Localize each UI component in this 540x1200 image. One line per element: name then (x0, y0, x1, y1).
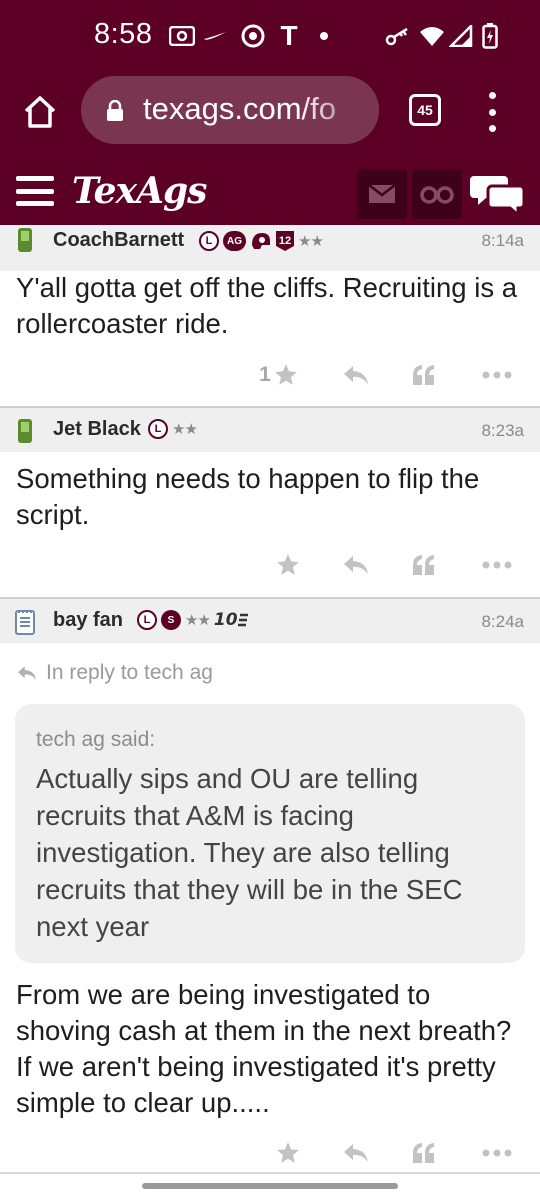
more-dots-icon (482, 561, 512, 569)
badge-l: L (148, 419, 168, 439)
user-stars: ★★ (298, 233, 324, 250)
post-time: 8:23a (481, 421, 524, 440)
site-logo[interactable]: TexAgs (72, 170, 207, 212)
browser-menu-button[interactable] (480, 92, 504, 132)
username[interactable]: CoachBarnett (53, 229, 184, 252)
swoosh-icon (202, 22, 228, 50)
reply-icon (18, 666, 36, 680)
watch-button[interactable] (412, 169, 462, 219)
post-header: CoachBarnett L AG 12 ★★ 8:14a (0, 225, 540, 271)
star-button[interactable]: 1 (252, 355, 306, 395)
chat-button[interactable] (470, 170, 526, 219)
address-bar[interactable]: texags.com/fo (81, 76, 379, 144)
post-divider (0, 1172, 540, 1174)
post-body: Something needs to happen to flip the sc… (16, 463, 480, 530)
reply-button[interactable] (338, 355, 374, 395)
gesture-navigation-bar[interactable] (142, 1183, 398, 1189)
in-reply-to-text: In reply to tech ag (46, 661, 213, 684)
quote-icon (413, 1143, 434, 1163)
status-bar: 8:58 T (0, 0, 540, 72)
user-badges: L S ★★ 10 (137, 610, 248, 630)
t-mobile-icon: T (280, 20, 298, 51)
quoted-post: tech ag said: Actually sips and OU are t… (15, 704, 525, 963)
home-icon (24, 96, 56, 128)
quote-button[interactable] (406, 1133, 442, 1173)
reply-button[interactable] (338, 545, 374, 585)
binoculars-icon (420, 186, 454, 204)
browser-toolbar: texags.com/fo 45 (0, 72, 540, 160)
chat-bubbles-icon (470, 176, 526, 219)
phone-icon (18, 228, 32, 252)
battery-charging-icon (480, 22, 500, 50)
user-stars: ★★ (172, 421, 198, 438)
badge-ag: AG (223, 231, 246, 251)
notepad-icon (15, 610, 35, 635)
cast-icon (168, 22, 196, 50)
in-reply-to-link[interactable]: In reply to tech ag (16, 656, 213, 690)
messages-button[interactable] (357, 169, 407, 219)
star-button[interactable] (270, 1133, 306, 1173)
quote-icon (413, 365, 434, 385)
helmet-icon (252, 233, 270, 249)
tenure-badge: 10 (214, 610, 248, 630)
chrome-icon (240, 22, 266, 50)
username[interactable]: bay fan (53, 609, 123, 632)
dot-icon (318, 22, 330, 50)
more-options-button[interactable] (478, 1133, 516, 1173)
post-header: Jet Black L ★★ 8:23a (0, 406, 540, 452)
home-button[interactable] (18, 90, 62, 134)
user-badges: L ★★ (148, 419, 198, 439)
quote-icon (413, 555, 434, 575)
post-time: 8:14a (481, 231, 524, 250)
tenure-number: 10 (213, 610, 238, 630)
quote-button[interactable] (406, 355, 442, 395)
badge-l: L (137, 610, 157, 630)
tab-switcher-button[interactable]: 45 (409, 94, 441, 126)
more-options-button[interactable] (478, 545, 516, 585)
key-icon (384, 22, 412, 50)
reply-button[interactable] (338, 1133, 374, 1173)
user-stars: ★★ (185, 612, 211, 629)
signal-icon (448, 22, 474, 50)
post-time: 8:24a (481, 612, 524, 631)
quote-text: Actually sips and OU are telling recruit… (36, 763, 463, 942)
quote-button[interactable] (406, 545, 442, 585)
phone-icon (18, 419, 32, 443)
hamburger-menu-icon[interactable] (16, 176, 54, 206)
twelfth-man-badge: 12 (276, 231, 294, 251)
more-dots-icon (482, 1149, 512, 1157)
user-badges: L AG 12 ★★ (199, 231, 324, 251)
post-header: bay fan L S ★★ 10 8:24a (0, 597, 540, 643)
badge-s: S (161, 610, 181, 630)
site-header: TexAgs (0, 160, 540, 227)
star-icon (277, 554, 299, 575)
badge-l: L (199, 231, 219, 251)
post-actions (0, 545, 540, 585)
more-options-button[interactable] (478, 355, 516, 395)
post-actions: 1 (0, 355, 540, 395)
tenure-bars-icon (237, 613, 248, 627)
reply-icon (344, 556, 368, 574)
star-button[interactable] (270, 545, 306, 585)
post-actions (0, 1133, 540, 1173)
username[interactable]: Jet Black (53, 418, 141, 441)
star-count: 1 (259, 363, 271, 386)
envelope-icon (368, 184, 396, 203)
url-fade (299, 76, 379, 144)
post-body: Y'all gotta get off the cliffs. Recruiti… (16, 272, 518, 339)
wifi-icon (418, 22, 446, 50)
reply-icon (344, 1144, 368, 1162)
star-icon (277, 1142, 299, 1163)
reply-icon (344, 366, 368, 384)
status-time: 8:58 (94, 18, 153, 50)
quote-author: tech ag said: (36, 728, 156, 751)
star-icon (275, 364, 297, 385)
post-body: From we are being investigated to shovin… (16, 979, 512, 1118)
more-dots-icon (482, 371, 512, 379)
lock-icon (107, 100, 123, 121)
